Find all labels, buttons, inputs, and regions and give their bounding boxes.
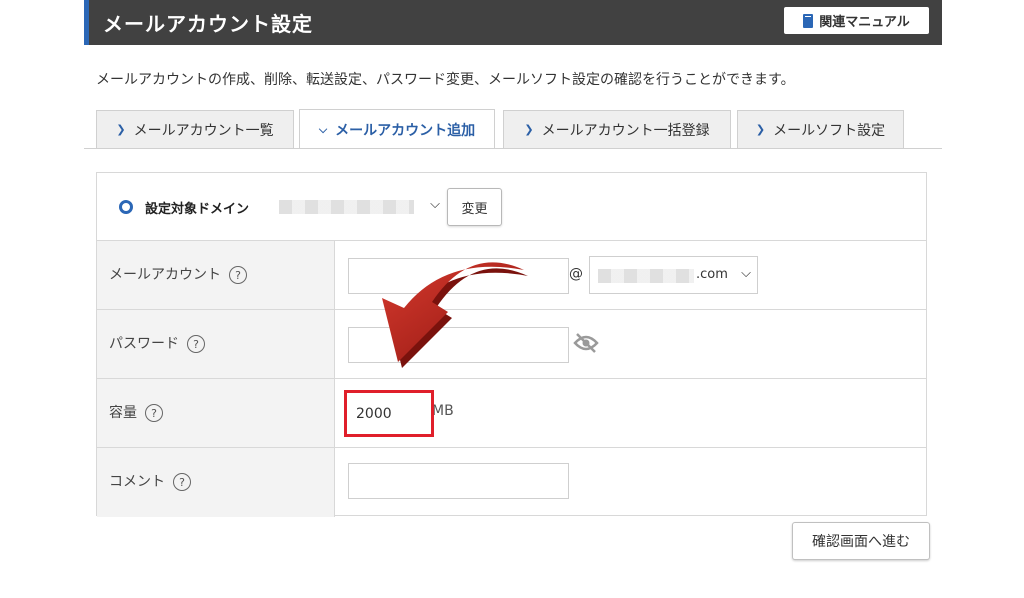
tab-label: メールアカウント一括登録	[541, 122, 710, 139]
confirm-button[interactable]: 確認画面へ進む	[792, 522, 930, 560]
radio-icon	[119, 200, 133, 214]
quota-label-text: 容量	[109, 405, 137, 421]
masked-domain	[279, 200, 414, 214]
comment-label: コメント?	[109, 471, 191, 491]
page-description: メールアカウントの作成、削除、転送設定、パスワード変更、メールソフト設定の確認を…	[96, 72, 795, 88]
quota-row: 容量? 2000 MB	[97, 379, 926, 448]
page-header: メールアカウント設定 関連マニュアル	[84, 0, 942, 45]
label-cell: 容量?	[97, 379, 335, 447]
password-label: パスワード?	[109, 333, 205, 353]
book-icon	[803, 13, 814, 28]
tab-label: メールソフト設定	[773, 122, 886, 139]
quota-label: 容量?	[109, 402, 163, 422]
account-label-text: メールアカウント	[109, 267, 221, 283]
domain-label: 設定対象ドメイン	[145, 202, 250, 217]
label-cell: メールアカウント?	[97, 241, 335, 309]
label-cell: パスワード?	[97, 310, 335, 378]
mail-domain-select[interactable]: .com ⌵	[589, 256, 758, 294]
comment-row: コメント?	[97, 448, 926, 517]
chevron-down-icon: ⌵	[430, 197, 440, 212]
change-button[interactable]: 変更	[447, 188, 502, 226]
chevron-right-icon: ❯	[524, 123, 534, 136]
password-label-text: パスワード	[109, 336, 179, 352]
manual-label: 関連マニュアル	[819, 15, 910, 30]
comment-label-text: コメント	[109, 474, 165, 490]
domain-suffix: .com	[696, 267, 728, 282]
manual-button[interactable]: 関連マニュアル	[784, 7, 929, 34]
tab-label: メールアカウント一覧	[133, 122, 274, 139]
tab-label: メールアカウント追加	[335, 122, 476, 139]
highlight-box	[344, 390, 434, 437]
arrow-annotation	[382, 262, 528, 368]
quota-unit: MB	[432, 403, 454, 419]
domain-row: 設定対象ドメイン ⌵ 変更	[97, 173, 926, 241]
chevron-down-icon: ⌵	[741, 266, 751, 281]
comment-input[interactable]	[348, 463, 569, 499]
chevron-right-icon: ❯	[755, 123, 766, 136]
help-icon[interactable]: ?	[145, 404, 163, 422]
help-icon[interactable]: ?	[229, 266, 247, 284]
label-cell: コメント?	[97, 448, 335, 517]
chevron-down-icon: ⌵	[318, 122, 328, 136]
tab-account-add[interactable]: ⌵ メールアカウント追加	[299, 109, 495, 149]
chevron-right-icon: ❯	[116, 123, 126, 136]
eye-slash-icon[interactable]	[573, 333, 599, 353]
tab-mail-software[interactable]: ❯ メールソフト設定	[737, 110, 904, 148]
page-title: メールアカウント設定	[103, 12, 313, 36]
account-label: メールアカウント?	[109, 264, 247, 284]
masked-domain	[598, 269, 694, 283]
tabs-divider	[84, 148, 942, 149]
tab-account-list[interactable]: ❯ メールアカウント一覧	[96, 110, 294, 148]
at-sign: @	[569, 266, 583, 282]
help-icon[interactable]: ?	[187, 335, 205, 353]
tab-bulk-register[interactable]: ❯ メールアカウント一括登録	[503, 110, 731, 148]
domain-select[interactable]: ⌵	[271, 188, 444, 226]
help-icon[interactable]: ?	[173, 473, 191, 491]
